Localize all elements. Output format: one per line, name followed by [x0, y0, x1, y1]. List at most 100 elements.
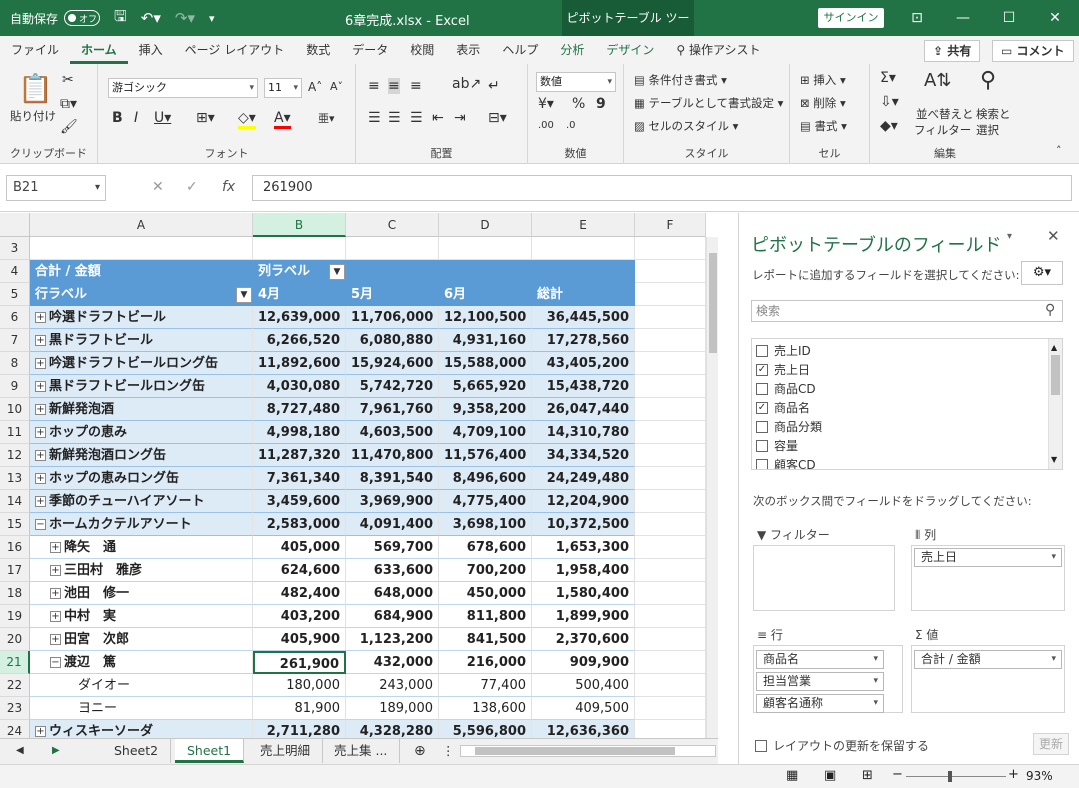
checkbox-icon[interactable] — [756, 344, 768, 357]
indent-decrease-icon[interactable]: ⇤ — [432, 110, 444, 126]
insert-function-icon[interactable]: fx — [222, 179, 235, 195]
column-header[interactable]: F — [635, 213, 706, 237]
tab-formulas[interactable]: 数式 — [295, 36, 341, 64]
sheet-tab-sheet2[interactable]: Sheet2 — [102, 739, 172, 763]
autosave-toggle[interactable]: オフ — [64, 10, 101, 26]
value-cell[interactable]: 11,706,000 — [346, 306, 439, 329]
rows-item[interactable]: 顧客名通称 — [756, 694, 884, 713]
tab-page-layout[interactable]: ページ レイアウト — [174, 36, 296, 64]
value-cell[interactable]: 403,200 — [253, 605, 346, 628]
value-cell[interactable]: 81,900 — [253, 697, 346, 720]
value-cell[interactable]: 8,391,540 — [346, 467, 439, 490]
value-cell[interactable]: 811,800 — [439, 605, 532, 628]
value-cell[interactable]: 11,287,320 — [253, 444, 346, 467]
sheet-tab-sales-summary[interactable]: 売上集 ... — [322, 739, 401, 763]
fill-color-icon[interactable]: ◇▾ — [238, 110, 256, 129]
rows-area[interactable]: 商品名 担当営業 顧客名通称 — [753, 645, 903, 713]
row-header[interactable]: 4 — [0, 260, 30, 283]
redo-icon[interactable]: ↷▾ — [175, 9, 195, 27]
value-cell[interactable] — [635, 237, 706, 260]
row-header[interactable]: 20 — [0, 628, 30, 651]
sheet-tab-sheet1[interactable]: Sheet1 — [175, 739, 245, 763]
value-cell[interactable]: 2,711,280 — [253, 720, 346, 738]
row-header[interactable]: 9 — [0, 375, 30, 398]
expand-icon[interactable]: + — [50, 542, 61, 553]
horizontal-scroll-thumb[interactable] — [475, 747, 675, 755]
page-layout-view-icon[interactable]: ▣ — [824, 768, 836, 783]
value-cell[interactable] — [635, 467, 706, 490]
percent-icon[interactable]: % — [572, 96, 585, 112]
value-cell[interactable]: 4,998,180 — [253, 421, 346, 444]
value-cell[interactable]: 189,000 — [346, 697, 439, 720]
value-cell[interactable]: 3,459,600 — [253, 490, 346, 513]
collapse-ribbon-icon[interactable]: ˄ — [1056, 144, 1062, 157]
value-cell[interactable]: 4,775,400 — [439, 490, 532, 513]
pivot-field-item[interactable]: ✓ 商品名 — [756, 398, 810, 417]
cell-styles-button[interactable]: ▨ セルのスタイル ▾ — [634, 118, 738, 134]
value-cell[interactable] — [635, 513, 706, 536]
tell-me-search[interactable]: ⚲ 操作アシスト — [665, 36, 771, 64]
value-cell[interactable]: 8,727,480 — [253, 398, 346, 421]
value-cell[interactable]: 684,900 — [346, 605, 439, 628]
collapse-icon[interactable]: − — [35, 519, 46, 530]
value-cell[interactable] — [635, 444, 706, 467]
font-name-select[interactable]: 游ゴシック — [108, 78, 258, 98]
normal-view-icon[interactable]: ▦ — [786, 768, 798, 783]
value-cell[interactable] — [532, 260, 635, 283]
align-left-icon[interactable]: ☰ — [368, 110, 381, 126]
field-list-scrollbar[interactable]: ▲ ▼ — [1048, 339, 1062, 469]
tab-home[interactable]: ホーム — [70, 36, 128, 64]
font-color-icon[interactable]: A▾ — [274, 110, 291, 129]
pivot-field-item[interactable]: 顧客CD — [756, 455, 816, 469]
row-label-cell[interactable]: ヨニー — [30, 697, 253, 720]
expand-icon[interactable]: + — [35, 335, 46, 346]
row-label-cell[interactable]: + 田宮 次郎 — [30, 628, 253, 651]
currency-icon[interactable]: ¥▾ — [538, 96, 554, 112]
value-cell[interactable]: 243,000 — [346, 674, 439, 697]
values-area[interactable]: 合計 / 金額 — [911, 645, 1065, 713]
value-cell[interactable] — [532, 237, 635, 260]
collapse-icon[interactable]: − — [50, 657, 61, 668]
row-header[interactable]: 16 — [0, 536, 30, 559]
scroll-up-icon[interactable]: ▲ — [1051, 343, 1057, 352]
row-label-cell[interactable]: − ホームカクテルアソート — [30, 513, 253, 536]
number-format-select[interactable]: 数値 — [536, 72, 616, 92]
value-cell[interactable]: 11,892,600 — [253, 352, 346, 375]
row-label-cell[interactable]: + 吟選ドラフトビールロング缶 — [30, 352, 253, 375]
border-icon[interactable]: ⊞▾ — [196, 110, 215, 126]
value-cell[interactable]: 5月 — [346, 283, 439, 306]
update-button[interactable]: 更新 — [1033, 733, 1069, 755]
value-cell[interactable] — [253, 237, 346, 260]
checked-checkbox-icon[interactable]: ✓ — [756, 401, 768, 414]
vertical-scrollbar[interactable] — [706, 237, 718, 738]
customize-qat-icon[interactable]: ▾ — [209, 12, 215, 25]
find-select-button-line2[interactable]: 選択 — [976, 122, 999, 138]
value-cell[interactable] — [635, 421, 706, 444]
expand-icon[interactable]: + — [50, 588, 61, 599]
value-cell[interactable] — [635, 628, 706, 651]
pivot-field-item[interactable]: 商品分類 — [756, 417, 822, 436]
row-header[interactable]: 24 — [0, 720, 30, 738]
values-item[interactable]: 合計 / 金額 — [914, 650, 1062, 669]
cancel-icon[interactable]: ✕ — [152, 179, 164, 195]
format-as-table-button[interactable]: ▦ テーブルとして書式設定 ▾ — [634, 95, 783, 111]
value-cell[interactable]: 34,334,520 — [532, 444, 635, 467]
value-cell[interactable]: 3,969,900 — [346, 490, 439, 513]
value-cell[interactable]: 5,665,920 — [439, 375, 532, 398]
value-cell[interactable]: 7,361,340 — [253, 467, 346, 490]
close-icon[interactable]: ✕ — [1032, 0, 1078, 36]
tab-design[interactable]: デザイン — [595, 36, 665, 64]
row-label-cell[interactable]: + 吟選ドラフトビール — [30, 306, 253, 329]
value-cell[interactable]: 6,080,880 — [346, 329, 439, 352]
value-cell[interactable] — [439, 237, 532, 260]
minimize-icon[interactable]: — — [940, 0, 986, 36]
expand-icon[interactable]: + — [35, 427, 46, 438]
row-label-cell[interactable]: ダイオー — [30, 674, 253, 697]
row-header[interactable]: 23 — [0, 697, 30, 720]
column-header[interactable]: A — [30, 213, 253, 237]
align-right-icon[interactable]: ☰ — [410, 110, 423, 126]
expand-icon[interactable]: + — [50, 611, 61, 622]
row-label-cell[interactable]: + 中村 実 — [30, 605, 253, 628]
pane-options-icon[interactable]: ▾ — [1007, 231, 1012, 242]
field-list-scroll-thumb[interactable] — [1051, 355, 1060, 395]
